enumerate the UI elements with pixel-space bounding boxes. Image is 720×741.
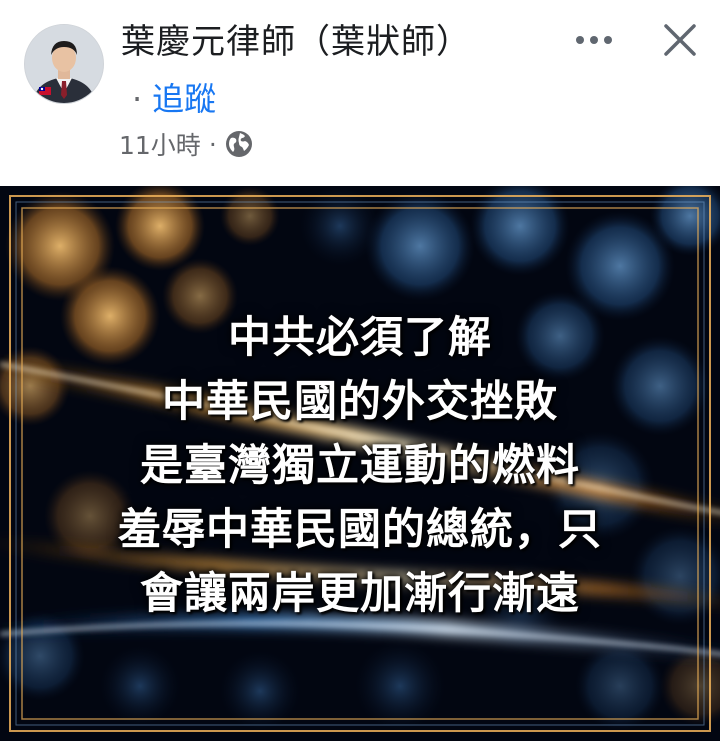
post-image[interactable]: 中共必須了解 中華民國的外交挫敗 是臺灣獨立運動的燃料 羞辱中華民國的總統，只 …: [0, 186, 720, 741]
close-icon: [664, 24, 696, 56]
author-avatar[interactable]: [24, 24, 104, 104]
quote-line: 會讓兩岸更加漸行漸遠: [140, 569, 580, 619]
quote-line: 中共必須了解: [228, 313, 492, 363]
avatar-portrait: [25, 25, 103, 103]
follow-separator: ·: [132, 80, 143, 118]
post-timestamp[interactable]: 11小時: [119, 126, 201, 162]
post-meta: 11小時 ·: [119, 126, 253, 162]
quote-line: 中華民國的外交挫敗: [162, 377, 558, 427]
post-image-text: 中共必須了解 中華民國的外交挫敗 是臺灣獨立運動的燃料 羞辱中華民國的總統，只 …: [0, 306, 720, 626]
more-options-button[interactable]: [570, 22, 618, 58]
quote-line: 是臺灣獨立運動的燃料: [140, 441, 580, 491]
author-name[interactable]: 葉慶元律師（葉狀師）: [121, 14, 471, 63]
follow-row: · 追蹤: [132, 74, 216, 120]
meta-separator: ·: [208, 129, 217, 159]
globe-icon[interactable]: [225, 130, 253, 158]
more-horizontal-icon: [576, 36, 612, 44]
quote-line: 羞辱中華民國的總統，只: [118, 505, 602, 555]
close-button[interactable]: [660, 20, 700, 60]
post-header: 葉慶元律師（葉狀師） · 追蹤 11小時 ·: [0, 0, 720, 186]
follow-button[interactable]: 追蹤: [152, 80, 216, 118]
